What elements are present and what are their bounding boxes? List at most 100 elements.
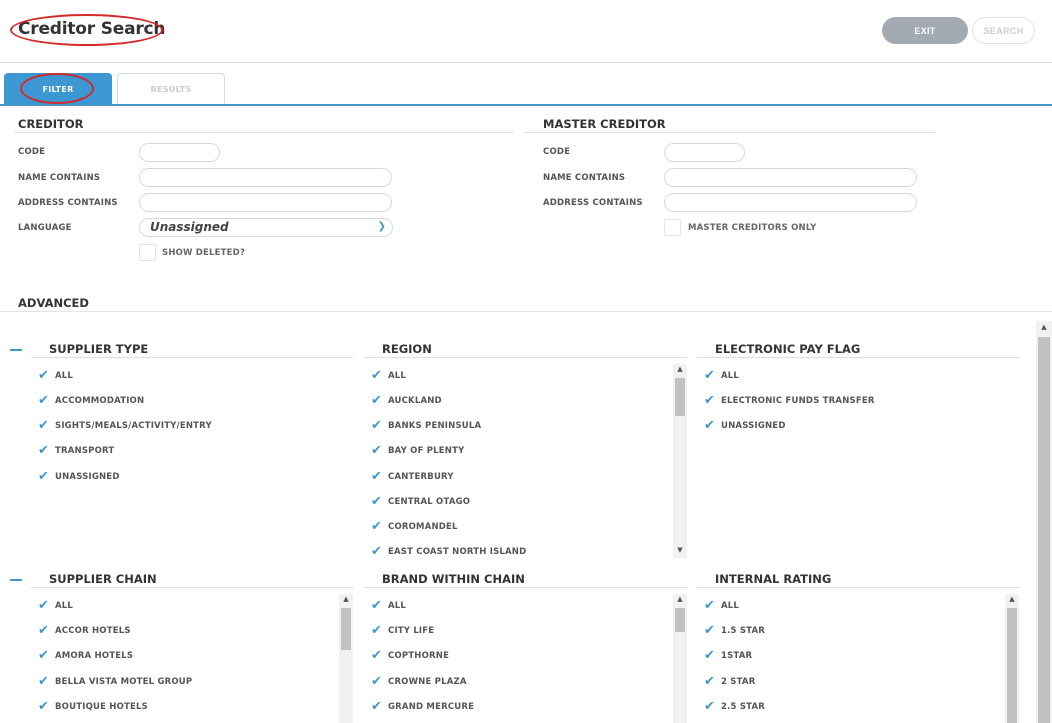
language-select[interactable]: Unassigned ❯ <box>139 218 393 237</box>
search-button[interactable]: SEARCH <box>972 17 1035 44</box>
supplier-chain-scrollbar[interactable]: ▲ <box>339 594 353 723</box>
list-item[interactable]: ✔ TRANSPORT <box>38 444 114 458</box>
exit-button[interactable]: EXIT <box>882 17 968 44</box>
scrollbar-thumb[interactable] <box>675 378 685 416</box>
group-divider <box>31 357 354 358</box>
advanced-title: ADVANCED <box>18 296 89 310</box>
scroll-down-arrow-icon[interactable]: ▼ <box>673 546 687 554</box>
list-item[interactable]: ✔ BANKS PENINSULA <box>371 419 481 433</box>
collapse-icon[interactable] <box>10 579 22 581</box>
scroll-up-arrow-icon[interactable]: ▲ <box>673 365 687 373</box>
list-item-label: CITY LIFE <box>388 626 435 636</box>
scroll-up-arrow-icon[interactable]: ▲ <box>1036 323 1052 331</box>
master-address-input[interactable] <box>664 193 917 212</box>
list-item[interactable]: ✔ ACCOR HOTELS <box>38 624 131 638</box>
creditor-code-label: CODE <box>18 147 46 157</box>
list-item[interactable]: ✔ BELLA VISTA MOTEL GROUP <box>38 675 192 689</box>
region-title: REGION <box>382 342 432 356</box>
tab-divider <box>0 104 1052 106</box>
list-item[interactable]: ✔ GRAND MERCURE <box>371 700 474 714</box>
brand-scrollbar[interactable]: ▲ <box>673 594 687 723</box>
list-item[interactable]: ✔ ALL <box>38 599 73 613</box>
list-item[interactable]: ✔ EAST COAST NORTH ISLAND <box>371 545 526 559</box>
list-item[interactable]: ✔ CANTERBURY <box>371 470 454 484</box>
scrollbar-thumb[interactable] <box>1038 337 1050 723</box>
creditor-address-input[interactable] <box>139 193 392 212</box>
scroll-up-arrow-icon[interactable]: ▲ <box>339 595 353 603</box>
list-item[interactable]: ✔ UNASSIGNED <box>38 470 120 484</box>
list-item[interactable]: ✔ SIGHTS/MEALS/ACTIVITY/ENTRY <box>38 419 212 433</box>
checkmark-icon: ✔ <box>38 368 49 383</box>
checkmark-icon: ✔ <box>704 598 715 613</box>
master-code-input[interactable] <box>664 143 745 162</box>
checkmark-icon: ✔ <box>371 623 382 638</box>
list-item[interactable]: ✔ ALL <box>371 599 406 613</box>
list-item[interactable]: ✔ UNASSIGNED <box>704 419 786 433</box>
list-item-label: ALL <box>721 601 740 611</box>
checkmark-icon: ✔ <box>38 443 49 458</box>
supplier-chain-title: SUPPLIER CHAIN <box>49 572 157 586</box>
region-scrollbar[interactable]: ▲ ▼ <box>673 364 687 558</box>
group-divider <box>364 357 687 358</box>
list-item[interactable]: ✔ ELECTRONIC FUNDS TRANSFER <box>704 394 875 408</box>
checkmark-icon: ✔ <box>371 519 382 534</box>
list-item-label: ALL <box>721 371 740 381</box>
master-name-input[interactable] <box>664 168 917 187</box>
header: Creditor Search EXIT SEARCH <box>0 0 1052 63</box>
list-item[interactable]: ✔ ALL <box>371 369 406 383</box>
list-item[interactable]: ✔ ALL <box>704 599 739 613</box>
tab-results[interactable]: RESULTS <box>117 73 225 105</box>
scroll-up-arrow-icon[interactable]: ▲ <box>673 595 687 603</box>
list-item[interactable]: ✔ COROMANDEL <box>371 520 458 534</box>
list-item[interactable]: ✔ BAY OF PLENTY <box>371 444 464 458</box>
list-item[interactable]: ✔ AUCKLAND <box>371 394 442 408</box>
list-item[interactable]: ✔ 1.5 STAR <box>704 624 765 638</box>
list-item[interactable]: ✔ AMORA HOTELS <box>38 649 133 663</box>
creditor-language-label: LANGUAGE <box>18 223 72 233</box>
advanced-scrollbar[interactable]: ▲ <box>1036 321 1052 723</box>
list-item[interactable]: ✔ BOUTIQUE HOTELS <box>38 700 148 714</box>
checkmark-icon: ✔ <box>371 393 382 408</box>
list-item-label: ELECTRONIC FUNDS TRANSFER <box>721 396 875 406</box>
creditor-name-input[interactable] <box>139 168 392 187</box>
list-item[interactable]: ✔ ALL <box>38 369 73 383</box>
scroll-up-arrow-icon[interactable]: ▲ <box>1005 595 1019 603</box>
list-item-label: EAST COAST NORTH ISLAND <box>388 547 527 557</box>
list-item[interactable]: ✔ CENTRAL OTAGO <box>371 495 470 509</box>
scrollbar-thumb[interactable] <box>1007 608 1017 723</box>
list-item-label: 2.5 STAR <box>721 702 766 712</box>
list-item-label: TRANSPORT <box>55 446 115 456</box>
show-deleted-checkbox[interactable] <box>139 244 156 261</box>
checkmark-icon: ✔ <box>371 494 382 509</box>
list-item[interactable]: ✔ ALL <box>704 369 739 383</box>
list-item[interactable]: ✔ CITY LIFE <box>371 624 434 638</box>
internal-rating-scrollbar[interactable]: ▲ <box>1005 594 1019 723</box>
checkmark-icon: ✔ <box>371 418 382 433</box>
collapse-icon[interactable] <box>10 349 22 351</box>
chevron-down-icon: ❯ <box>377 221 386 232</box>
list-item-label: ALL <box>55 371 74 381</box>
master-only-checkbox[interactable] <box>664 219 681 236</box>
checkmark-icon: ✔ <box>704 648 715 663</box>
creditor-code-input[interactable] <box>139 143 220 162</box>
list-item[interactable]: ✔ 2.5 STAR <box>704 700 765 714</box>
advanced-divider <box>0 311 1052 312</box>
checkmark-icon: ✔ <box>38 393 49 408</box>
list-item-label: ALL <box>388 601 407 611</box>
list-item-label: ALL <box>388 371 407 381</box>
checkmark-icon: ✔ <box>371 598 382 613</box>
master-only-label: MASTER CREDITORS ONLY <box>688 223 817 233</box>
list-item[interactable]: ✔ COPTHORNE <box>371 649 449 663</box>
list-item-label: GRAND MERCURE <box>388 702 475 712</box>
list-item[interactable]: ✔ CROWNE PLAZA <box>371 675 467 689</box>
list-item-label: COPTHORNE <box>388 651 450 661</box>
list-item-label: SIGHTS/MEALS/ACTIVITY/ENTRY <box>55 421 212 431</box>
scrollbar-thumb[interactable] <box>675 608 685 632</box>
list-item-label: ACCOR HOTELS <box>55 626 131 636</box>
list-item[interactable]: ✔ 1STAR <box>704 649 752 663</box>
list-item[interactable]: ✔ ACCOMMODATION <box>38 394 144 408</box>
list-item-label: 1STAR <box>721 651 753 661</box>
list-item-label: AMORA HOTELS <box>55 651 134 661</box>
list-item[interactable]: ✔ 2 STAR <box>704 675 755 689</box>
scrollbar-thumb[interactable] <box>341 608 351 650</box>
